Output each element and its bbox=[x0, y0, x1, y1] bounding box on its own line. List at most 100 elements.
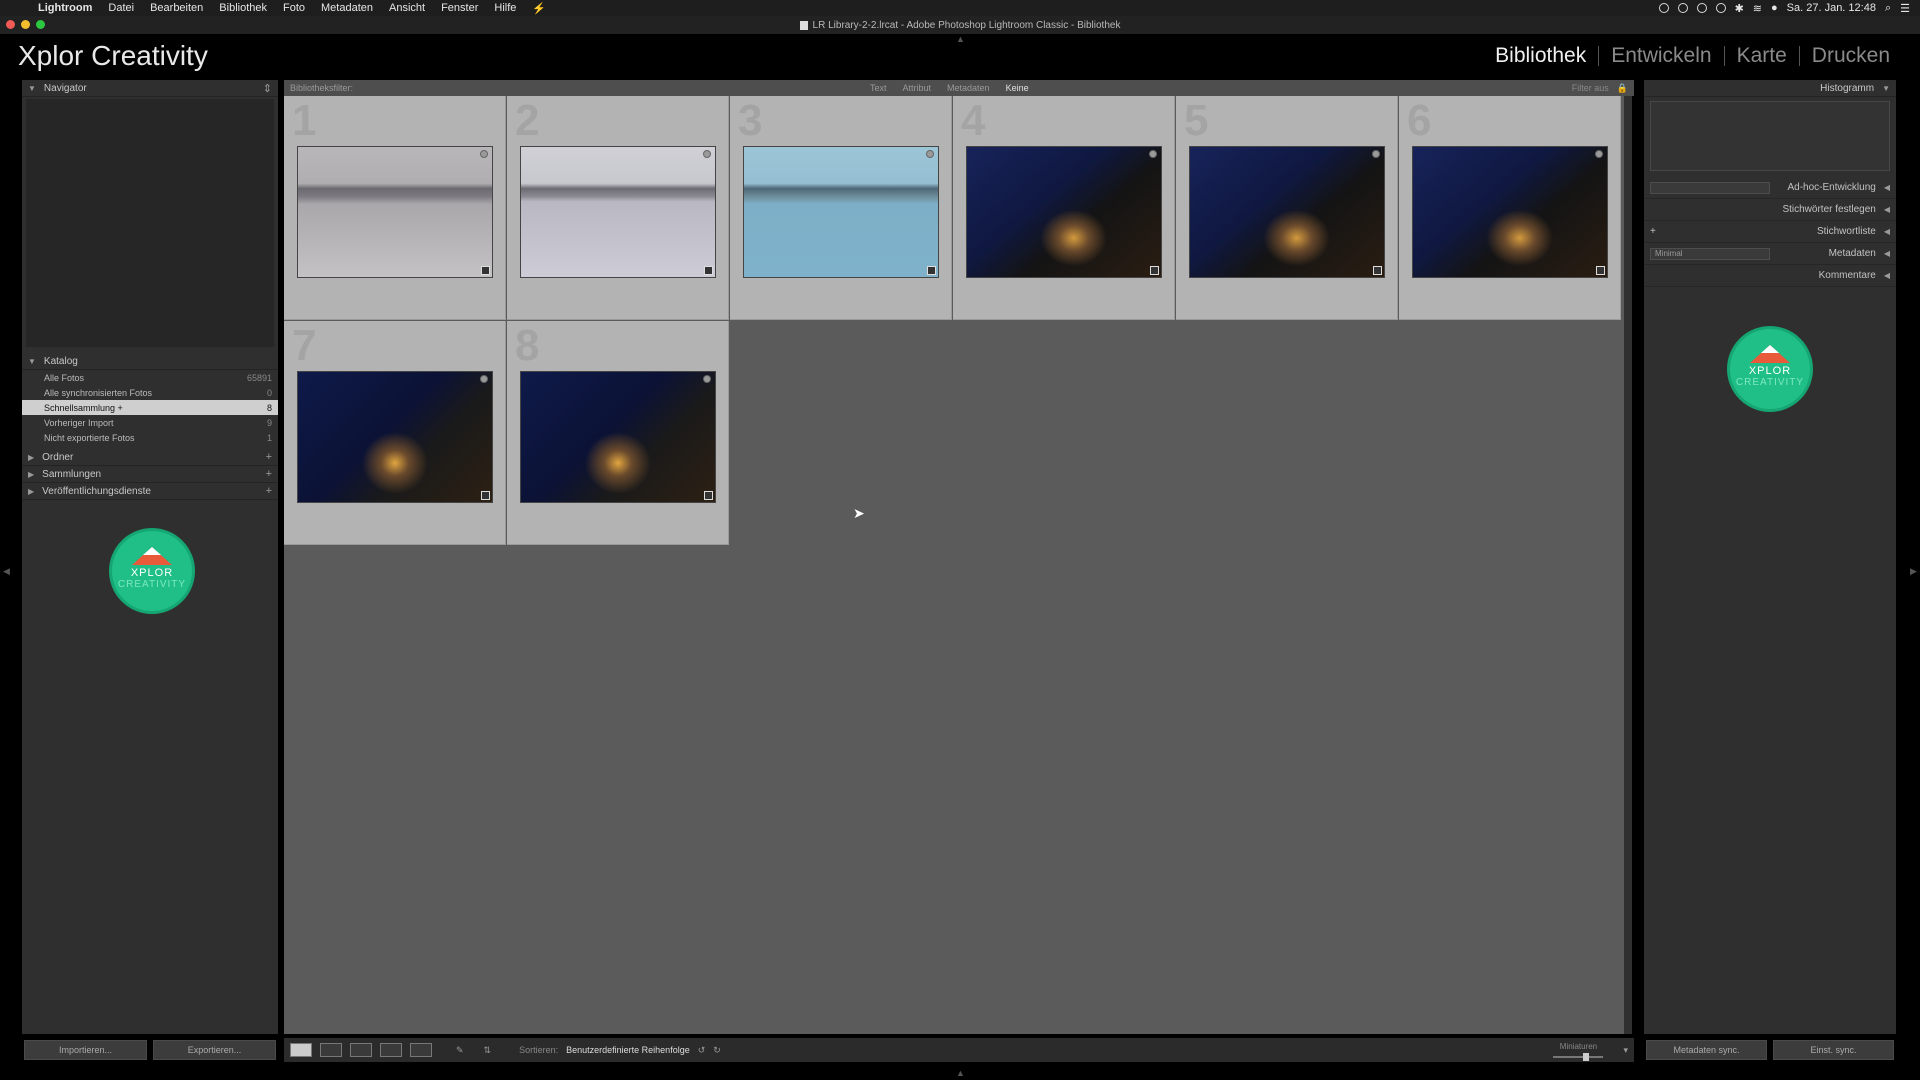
quick-collection-marker-icon[interactable] bbox=[1149, 150, 1157, 158]
grid-cell[interactable]: 8 bbox=[507, 321, 729, 545]
add-publish-service-icon[interactable]: + bbox=[266, 485, 272, 497]
grid-cell[interactable]: 7 bbox=[284, 321, 506, 545]
painter-icon[interactable]: ✎ bbox=[456, 1045, 464, 1056]
search-icon[interactable]: ⌕ bbox=[1885, 2, 1891, 15]
grid-cell[interactable]: 6 bbox=[1399, 96, 1621, 320]
status-icon[interactable] bbox=[1658, 3, 1669, 13]
import-button[interactable]: Importieren... bbox=[24, 1040, 147, 1060]
minimize-window-button[interactable] bbox=[21, 20, 30, 29]
menu-hilfe[interactable]: Hilfe bbox=[486, 2, 524, 14]
sort-order-dropdown[interactable]: Benutzerdefinierte Reihenfolge bbox=[566, 1045, 690, 1055]
quick-collection-marker-icon[interactable] bbox=[926, 150, 934, 158]
edit-badge-icon[interactable] bbox=[1150, 266, 1159, 275]
photo-thumbnail[interactable] bbox=[520, 146, 716, 278]
right-panel-toggle-icon[interactable]: ▶ bbox=[1910, 566, 1917, 577]
keywording-row[interactable]: Stichwörter festlegen ◀ bbox=[1644, 199, 1896, 221]
menu-ansicht[interactable]: Ansicht bbox=[381, 2, 433, 14]
zoom-window-button[interactable] bbox=[36, 20, 45, 29]
saved-preset-dropdown[interactable] bbox=[1650, 181, 1770, 194]
menu-app-lightroom[interactable]: Lightroom bbox=[30, 2, 100, 14]
photo-thumbnail[interactable] bbox=[297, 146, 493, 278]
histogram-header[interactable]: Histogramm ▼ bbox=[1644, 80, 1896, 97]
catalog-item-previous-import[interactable]: Vorheriger Import 9 bbox=[22, 415, 278, 430]
metadata-row[interactable]: Minimal Metadaten ◀ bbox=[1644, 243, 1896, 265]
grid-cell[interactable]: 4 bbox=[953, 96, 1175, 320]
sync-metadata-button[interactable]: Metadaten sync. bbox=[1646, 1040, 1767, 1060]
add-collection-icon[interactable]: + bbox=[266, 468, 272, 480]
edit-badge-icon[interactable] bbox=[704, 491, 713, 500]
status-icon[interactable] bbox=[1696, 3, 1707, 13]
grid-cell[interactable]: 3 bbox=[730, 96, 952, 320]
catalog-item-synced-photos[interactable]: Alle synchronisierten Fotos 0 bbox=[22, 385, 278, 400]
photo-thumbnail[interactable] bbox=[297, 371, 493, 503]
add-keyword-icon[interactable]: + bbox=[1650, 226, 1656, 237]
module-bibliothek[interactable]: Bibliothek bbox=[1483, 44, 1598, 68]
quick-collection-marker-icon[interactable] bbox=[703, 375, 711, 383]
edit-badge-icon[interactable] bbox=[927, 266, 936, 275]
filter-state-dropdown[interactable]: Filter aus bbox=[1572, 83, 1609, 93]
navigator-header[interactable]: ▼ Navigator ⇕ bbox=[22, 80, 278, 97]
photo-thumbnail[interactable] bbox=[1412, 146, 1608, 278]
bottom-panel-toggle-icon[interactable]: ▲ bbox=[956, 1068, 965, 1078]
publish-services-header[interactable]: ▶ Veröffentlichungsdienste + bbox=[22, 483, 278, 500]
sync-settings-button[interactable]: Einst. sync. bbox=[1773, 1040, 1894, 1060]
menu-fenster[interactable]: Fenster bbox=[433, 2, 486, 14]
photo-thumbnail[interactable] bbox=[743, 146, 939, 278]
lock-icon[interactable]: 🔒 bbox=[1617, 83, 1628, 94]
rotate-right-icon[interactable]: ↻ bbox=[713, 1045, 721, 1056]
collections-header[interactable]: ▶ Sammlungen + bbox=[22, 466, 278, 483]
photo-thumbnail[interactable] bbox=[966, 146, 1162, 278]
menu-bearbeiten[interactable]: Bearbeiten bbox=[142, 2, 211, 14]
survey-view-icon[interactable] bbox=[380, 1043, 402, 1057]
notification-center-icon[interactable]: ☰ bbox=[1900, 2, 1910, 15]
filter-tab-text[interactable]: Text bbox=[870, 83, 887, 93]
quick-collection-marker-icon[interactable] bbox=[1595, 150, 1603, 158]
catalog-header[interactable]: ▼ Katalog bbox=[22, 353, 278, 370]
quick-collection-marker-icon[interactable] bbox=[1372, 150, 1380, 158]
menu-foto[interactable]: Foto bbox=[275, 2, 313, 14]
grid-cell[interactable]: 5 bbox=[1176, 96, 1398, 320]
quick-collection-marker-icon[interactable] bbox=[480, 150, 488, 158]
module-entwickeln[interactable]: Entwickeln bbox=[1599, 44, 1723, 68]
clock[interactable]: Sa. 27. Jan. 12:48 bbox=[1787, 2, 1876, 14]
navigator-zoom-options-icon[interactable]: ⇕ bbox=[263, 82, 272, 95]
photo-thumbnail[interactable] bbox=[520, 371, 716, 503]
grid-cell[interactable]: 1 bbox=[284, 96, 506, 320]
script-menu-icon[interactable]: ⚡ bbox=[524, 2, 554, 15]
menu-datei[interactable]: Datei bbox=[100, 2, 142, 14]
compare-view-icon[interactable] bbox=[350, 1043, 372, 1057]
edit-badge-icon[interactable] bbox=[1596, 266, 1605, 275]
close-window-button[interactable] bbox=[6, 20, 15, 29]
wifi-icon[interactable]: ≋ bbox=[1753, 2, 1762, 15]
filter-tab-attribute[interactable]: Attribut bbox=[903, 83, 932, 93]
menu-metadaten[interactable]: Metadaten bbox=[313, 2, 381, 14]
quick-develop-row[interactable]: Ad-hoc-Entwicklung ◀ bbox=[1644, 177, 1896, 199]
navigator-preview[interactable] bbox=[26, 99, 274, 347]
grid-scrollbar[interactable] bbox=[1624, 96, 1632, 1034]
toolbar-options-chevron-down-icon[interactable]: ▾ bbox=[1623, 1045, 1628, 1056]
menu-bibliothek[interactable]: Bibliothek bbox=[211, 2, 275, 14]
user-icon[interactable]: ● bbox=[1771, 2, 1778, 14]
top-panel-toggle-icon[interactable]: ▲ bbox=[956, 34, 965, 44]
loupe-view-icon[interactable] bbox=[320, 1043, 342, 1057]
grid-view-icon[interactable] bbox=[290, 1043, 312, 1057]
comments-row[interactable]: Kommentare ◀ bbox=[1644, 265, 1896, 287]
catalog-item-all-photos[interactable]: Alle Fotos 65891 bbox=[22, 370, 278, 385]
rotate-left-icon[interactable]: ↺ bbox=[698, 1045, 706, 1056]
module-drucken[interactable]: Drucken bbox=[1800, 44, 1902, 68]
bluetooth-icon[interactable]: ✱ bbox=[1735, 2, 1744, 15]
status-icon[interactable] bbox=[1677, 3, 1688, 13]
slider-knob[interactable] bbox=[1583, 1053, 1590, 1061]
quick-collection-marker-icon[interactable] bbox=[703, 150, 711, 158]
sort-direction-icon[interactable]: ⇅ bbox=[484, 1045, 492, 1056]
metadata-preset-dropdown[interactable]: Minimal bbox=[1650, 247, 1770, 260]
time-machine-icon[interactable] bbox=[1715, 3, 1726, 13]
module-karte[interactable]: Karte bbox=[1725, 44, 1799, 68]
edit-badge-icon[interactable] bbox=[481, 491, 490, 500]
filter-tab-metadata[interactable]: Metadaten bbox=[947, 83, 990, 93]
quick-collection-marker-icon[interactable] bbox=[480, 375, 488, 383]
edit-badge-icon[interactable] bbox=[481, 266, 490, 275]
grid-cell[interactable]: 2 bbox=[507, 96, 729, 320]
filter-tab-none[interactable]: Keine bbox=[1006, 83, 1029, 93]
keyword-list-row[interactable]: + Stichwortliste ◀ bbox=[1644, 221, 1896, 243]
